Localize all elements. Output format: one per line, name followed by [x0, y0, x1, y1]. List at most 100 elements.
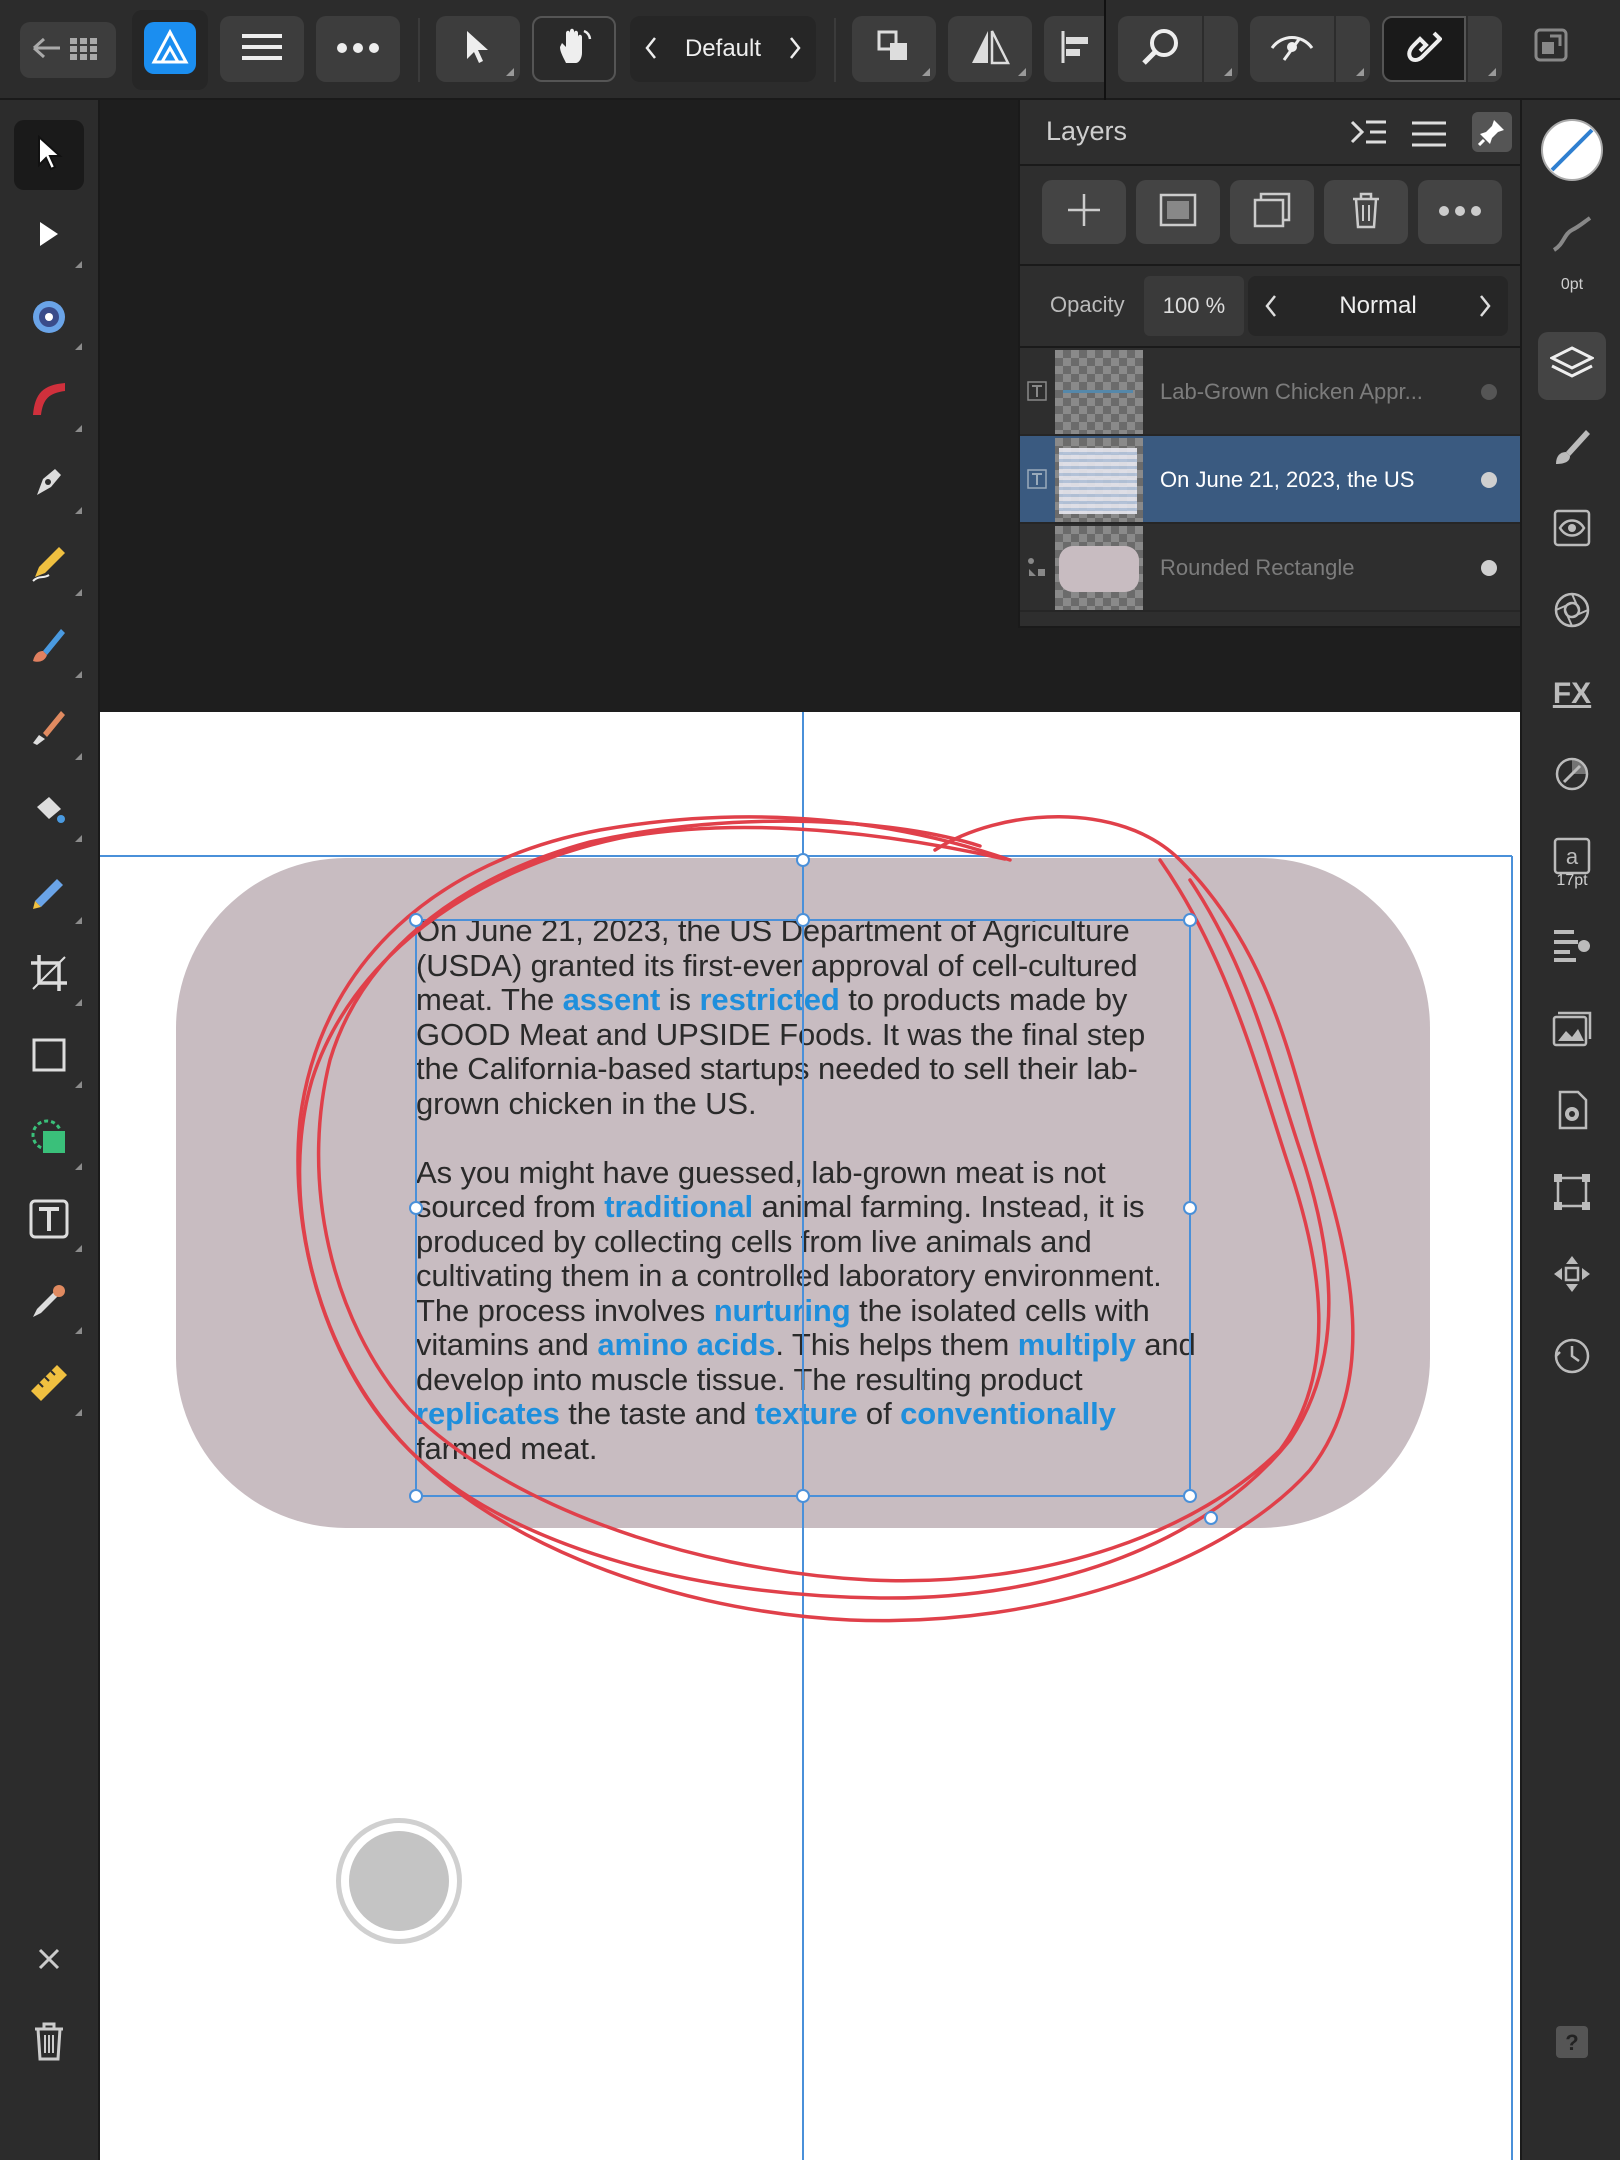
- affinity-app-button[interactable]: [132, 10, 208, 90]
- highlighted-word: restricted: [699, 982, 840, 1017]
- chevron-left-icon[interactable]: [644, 36, 658, 65]
- crop-tool[interactable]: [14, 940, 84, 1010]
- arrange-button[interactable]: [852, 16, 936, 82]
- layers-studio-button[interactable]: [1538, 332, 1606, 400]
- fx-studio-button[interactable]: FX: [1538, 660, 1606, 728]
- layers-panel: Layers Opacity 100 % Normal Lab-Grown Ch…: [1018, 100, 1522, 628]
- shape-tool[interactable]: [14, 1104, 84, 1174]
- opacity-field[interactable]: 100 %: [1144, 276, 1244, 336]
- highlighted-word: traditional: [604, 1189, 753, 1224]
- effects-studio-button[interactable]: [1538, 578, 1606, 646]
- layer-thumbnail: [1055, 438, 1143, 522]
- appearance-icon: [1552, 508, 1592, 553]
- help-icon: ?: [1555, 2025, 1589, 2064]
- delete-layer-button[interactable]: [1324, 180, 1408, 244]
- visibility-toggle[interactable]: [1481, 560, 1497, 576]
- add-layer-button[interactable]: [1042, 180, 1126, 244]
- vector-brush-tool[interactable]: [14, 612, 84, 682]
- corner-tool[interactable]: [14, 284, 84, 354]
- color-picker-tool[interactable]: [14, 1268, 84, 1338]
- pencil-tool[interactable]: [14, 530, 84, 600]
- back-to-gallery-button[interactable]: [20, 22, 116, 78]
- transparency-tool-icon: [29, 871, 69, 916]
- layers-icon: [1548, 344, 1596, 389]
- fullscreen-button[interactable]: [1534, 28, 1568, 67]
- node-tool[interactable]: [14, 202, 84, 272]
- move-tool[interactable]: [14, 120, 84, 190]
- layer-thumbnail: [1055, 350, 1143, 434]
- text-frame[interactable]: On June 21, 2023, the US Department of A…: [416, 913, 1196, 1466]
- layer-row[interactable]: Rounded Rectangle: [1020, 524, 1522, 612]
- highlighted-word: conventionally: [900, 1396, 1116, 1431]
- transform-studio-button[interactable]: [1538, 1160, 1606, 1228]
- workspace-label: Default: [684, 35, 762, 62]
- stroke-button[interactable]: [1538, 202, 1606, 270]
- rectangle-tool[interactable]: [14, 1022, 84, 1092]
- brushes-studio-button[interactable]: [1538, 414, 1606, 482]
- chevron-right-icon[interactable]: [1478, 294, 1492, 323]
- more-options-button[interactable]: [316, 16, 400, 82]
- layer-row[interactable]: Lab-Grown Chicken Appr...: [1020, 348, 1522, 436]
- history-studio-button[interactable]: [1538, 1324, 1606, 1392]
- layer-more-button[interactable]: [1418, 180, 1502, 244]
- text-run: is: [660, 982, 700, 1017]
- highlighted-word: amino acids: [597, 1327, 776, 1362]
- arrange-icon: [876, 29, 912, 70]
- text-tool[interactable]: [14, 1186, 84, 1256]
- color-swatch-button[interactable]: [1538, 118, 1606, 186]
- vector-brush-icon: [29, 625, 69, 670]
- modifier-button[interactable]: [336, 1818, 462, 1944]
- pasteboard[interactable]: [100, 100, 1018, 712]
- trash-icon: [33, 2021, 65, 2066]
- flip-button[interactable]: [948, 16, 1032, 82]
- transparency-studio-button[interactable]: [1538, 742, 1606, 810]
- fill-tool[interactable]: [14, 776, 84, 846]
- highlighted-word: replicates: [416, 1396, 560, 1431]
- navigator-studio-button[interactable]: [1538, 1242, 1606, 1310]
- zoom-icon: [1140, 27, 1180, 72]
- more-icon: [1439, 203, 1481, 221]
- add-mask-button[interactable]: [1136, 180, 1220, 244]
- appearance-studio-button[interactable]: [1538, 496, 1606, 564]
- transparency-tool[interactable]: [14, 858, 84, 928]
- blend-mode-value: Normal: [1339, 292, 1417, 319]
- zoom-button[interactable]: [1118, 16, 1202, 82]
- move-tool-persona-button[interactable]: [436, 16, 520, 82]
- group-layers-button[interactable]: [1230, 180, 1314, 244]
- help-button[interactable]: ?: [1538, 2010, 1606, 2078]
- snapping-button[interactable]: [1382, 16, 1466, 82]
- layer-row-selected[interactable]: On June 21, 2023, the US: [1020, 436, 1522, 524]
- delete-button[interactable]: [14, 2008, 84, 2078]
- layers-menu-button[interactable]: [1412, 120, 1446, 153]
- visibility-toggle[interactable]: [1481, 472, 1497, 488]
- workspace-selector[interactable]: Default: [630, 16, 816, 82]
- zoom-options-button[interactable]: [1204, 16, 1238, 82]
- shape-layer-icon: [1026, 556, 1048, 578]
- highlighted-word: nurturing: [713, 1292, 851, 1328]
- gradient-tool[interactable]: [14, 366, 84, 436]
- visibility-toggle[interactable]: [1481, 384, 1497, 400]
- view-mode-button[interactable]: [1250, 16, 1334, 82]
- shape-tool-icon: [29, 1117, 69, 1162]
- paragraph-studio-button[interactable]: [1538, 914, 1606, 982]
- document-settings-button[interactable]: [1538, 1078, 1606, 1146]
- pin-panel-button[interactable]: [1472, 112, 1512, 152]
- touch-gesture-button[interactable]: [532, 16, 616, 82]
- pixel-brush-tool[interactable]: [14, 694, 84, 764]
- back-to-gallery-icon: [30, 33, 106, 68]
- node-tool-icon: [34, 218, 64, 257]
- assets-studio-button[interactable]: [1538, 996, 1606, 1064]
- pen-tool[interactable]: [14, 448, 84, 518]
- measure-tool[interactable]: [14, 1350, 84, 1420]
- snapping-options-button[interactable]: [1468, 16, 1502, 82]
- indent-icon: [1350, 120, 1386, 154]
- align-button[interactable]: [1044, 16, 1106, 82]
- close-button[interactable]: [14, 1926, 84, 1996]
- chevron-right-icon[interactable]: [788, 36, 802, 65]
- document-menu-button[interactable]: [220, 16, 304, 82]
- pixel-brush-icon: [29, 707, 69, 752]
- ruler-icon: [29, 1363, 69, 1408]
- layers-collapse-button[interactable]: [1350, 118, 1386, 155]
- blend-mode-selector[interactable]: Normal: [1248, 276, 1508, 336]
- view-options-button[interactable]: [1336, 16, 1370, 82]
